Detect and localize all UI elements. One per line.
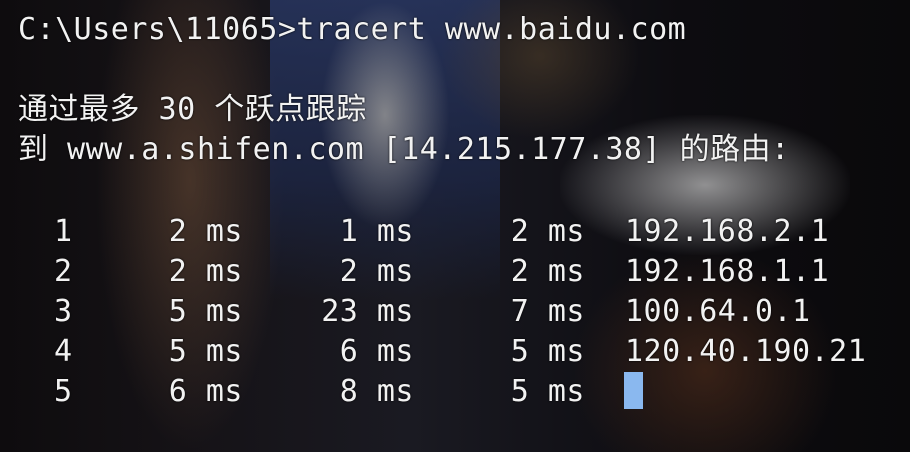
- hop-time-2: 23 ms: [321, 294, 414, 329]
- hop-number: 1: [54, 214, 73, 249]
- trace-header-line-1: 通过最多 30 个跃点跟踪: [18, 92, 367, 127]
- hop-time-2: 8 ms: [339, 374, 414, 409]
- hop-time-3: 2 ms: [510, 254, 585, 289]
- hop-time-3: 5 ms: [510, 334, 585, 369]
- hop-time-1: 5 ms: [168, 334, 243, 369]
- hop-time-2: 2 ms: [339, 254, 414, 289]
- hop-time-1: 2 ms: [168, 214, 243, 249]
- hop-number: 4: [54, 334, 73, 369]
- text-cursor: [624, 372, 643, 409]
- hop-time-2: 1 ms: [339, 214, 414, 249]
- hop-time-1: 6 ms: [168, 374, 243, 409]
- hop-time-3: 2 ms: [510, 214, 585, 249]
- hop-time-2: 6 ms: [339, 334, 414, 369]
- hop-time-1: 2 ms: [168, 254, 243, 289]
- hop-number: 2: [54, 254, 73, 289]
- hop-number: 3: [54, 294, 73, 329]
- hop-ip: 192.168.1.1: [625, 254, 830, 289]
- hop-ip: 120.40.190.21: [625, 334, 867, 369]
- hop-ip: 192.168.2.1: [625, 214, 830, 249]
- trace-header-line-2: 到 www.a.shifen.com [14.215.177.38] 的路由:: [18, 132, 790, 167]
- hop-number: 5: [54, 374, 73, 409]
- terminal-output[interactable]: C:\Users\11065>tracert www.baidu.com 通过最…: [0, 0, 910, 452]
- hop-time-3: 5 ms: [510, 374, 585, 409]
- hop-ip: 100.64.0.1: [625, 294, 811, 329]
- hop-time-1: 5 ms: [168, 294, 243, 329]
- prompt-line: C:\Users\11065>tracert www.baidu.com: [18, 12, 687, 47]
- hop-time-3: 7 ms: [510, 294, 585, 329]
